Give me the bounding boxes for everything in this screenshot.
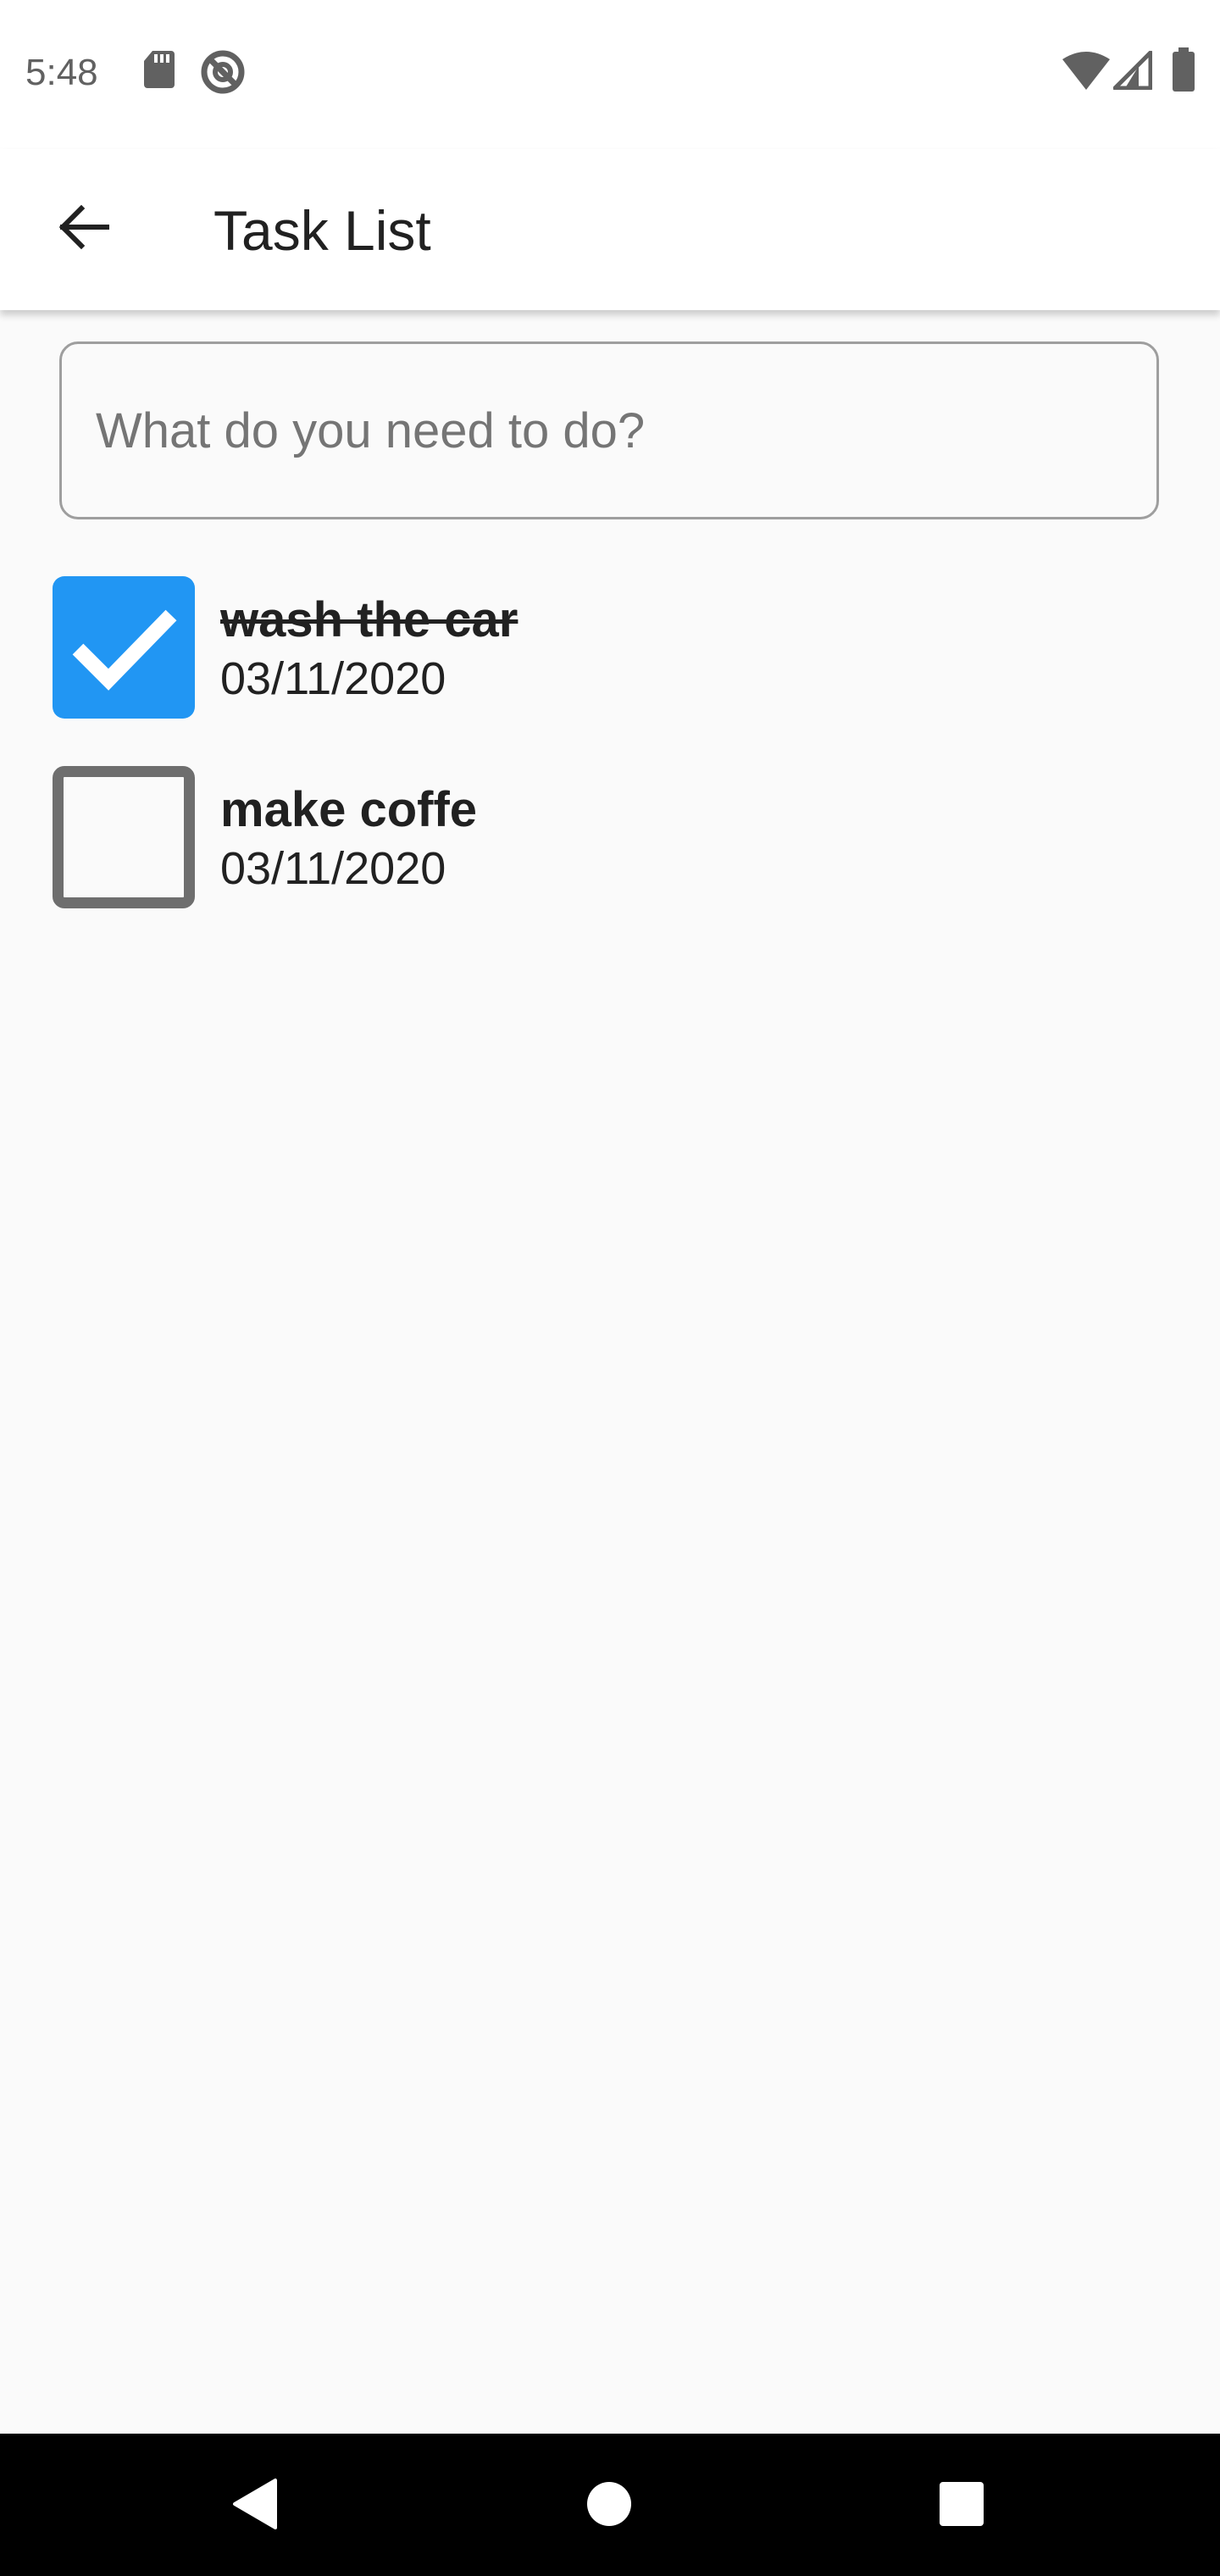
task-title: make coffe <box>220 782 478 837</box>
nav-back-button[interactable] <box>208 2459 302 2552</box>
nav-home-icon <box>585 2480 633 2532</box>
back-button[interactable] <box>41 186 125 271</box>
task-date: 03/11/2020 <box>220 653 446 704</box>
nav-recents-button[interactable] <box>915 2459 1008 2552</box>
new-task-input[interactable] <box>59 341 1159 519</box>
do-not-disturb-icon <box>200 49 246 99</box>
task-checkbox[interactable] <box>53 766 195 908</box>
wifi-icon <box>1062 51 1110 94</box>
cell-signal-icon <box>1112 50 1153 94</box>
page-title: Task List <box>214 199 431 262</box>
task-date: 03/11/2020 <box>220 843 446 894</box>
battery-icon <box>1171 47 1196 96</box>
nav-recents-icon <box>938 2480 985 2532</box>
nav-back-icon <box>230 2477 280 2535</box>
navigation-bar <box>0 2434 1220 2576</box>
status-bar: 5:48 <box>0 0 1220 149</box>
nav-home-button[interactable] <box>563 2459 656 2552</box>
arrow-back-icon <box>56 200 110 258</box>
task-item: make coffe 03/11/2020 <box>53 766 1171 910</box>
sd-card-icon <box>142 49 176 94</box>
task-title: wash the car <box>220 592 518 647</box>
status-time: 5:48 <box>25 52 98 93</box>
checkmark-icon <box>53 609 195 722</box>
task-checkbox[interactable] <box>53 576 195 719</box>
task-item: wash the car 03/11/2020 <box>53 576 1171 720</box>
app-bar: Task List <box>0 149 1220 310</box>
